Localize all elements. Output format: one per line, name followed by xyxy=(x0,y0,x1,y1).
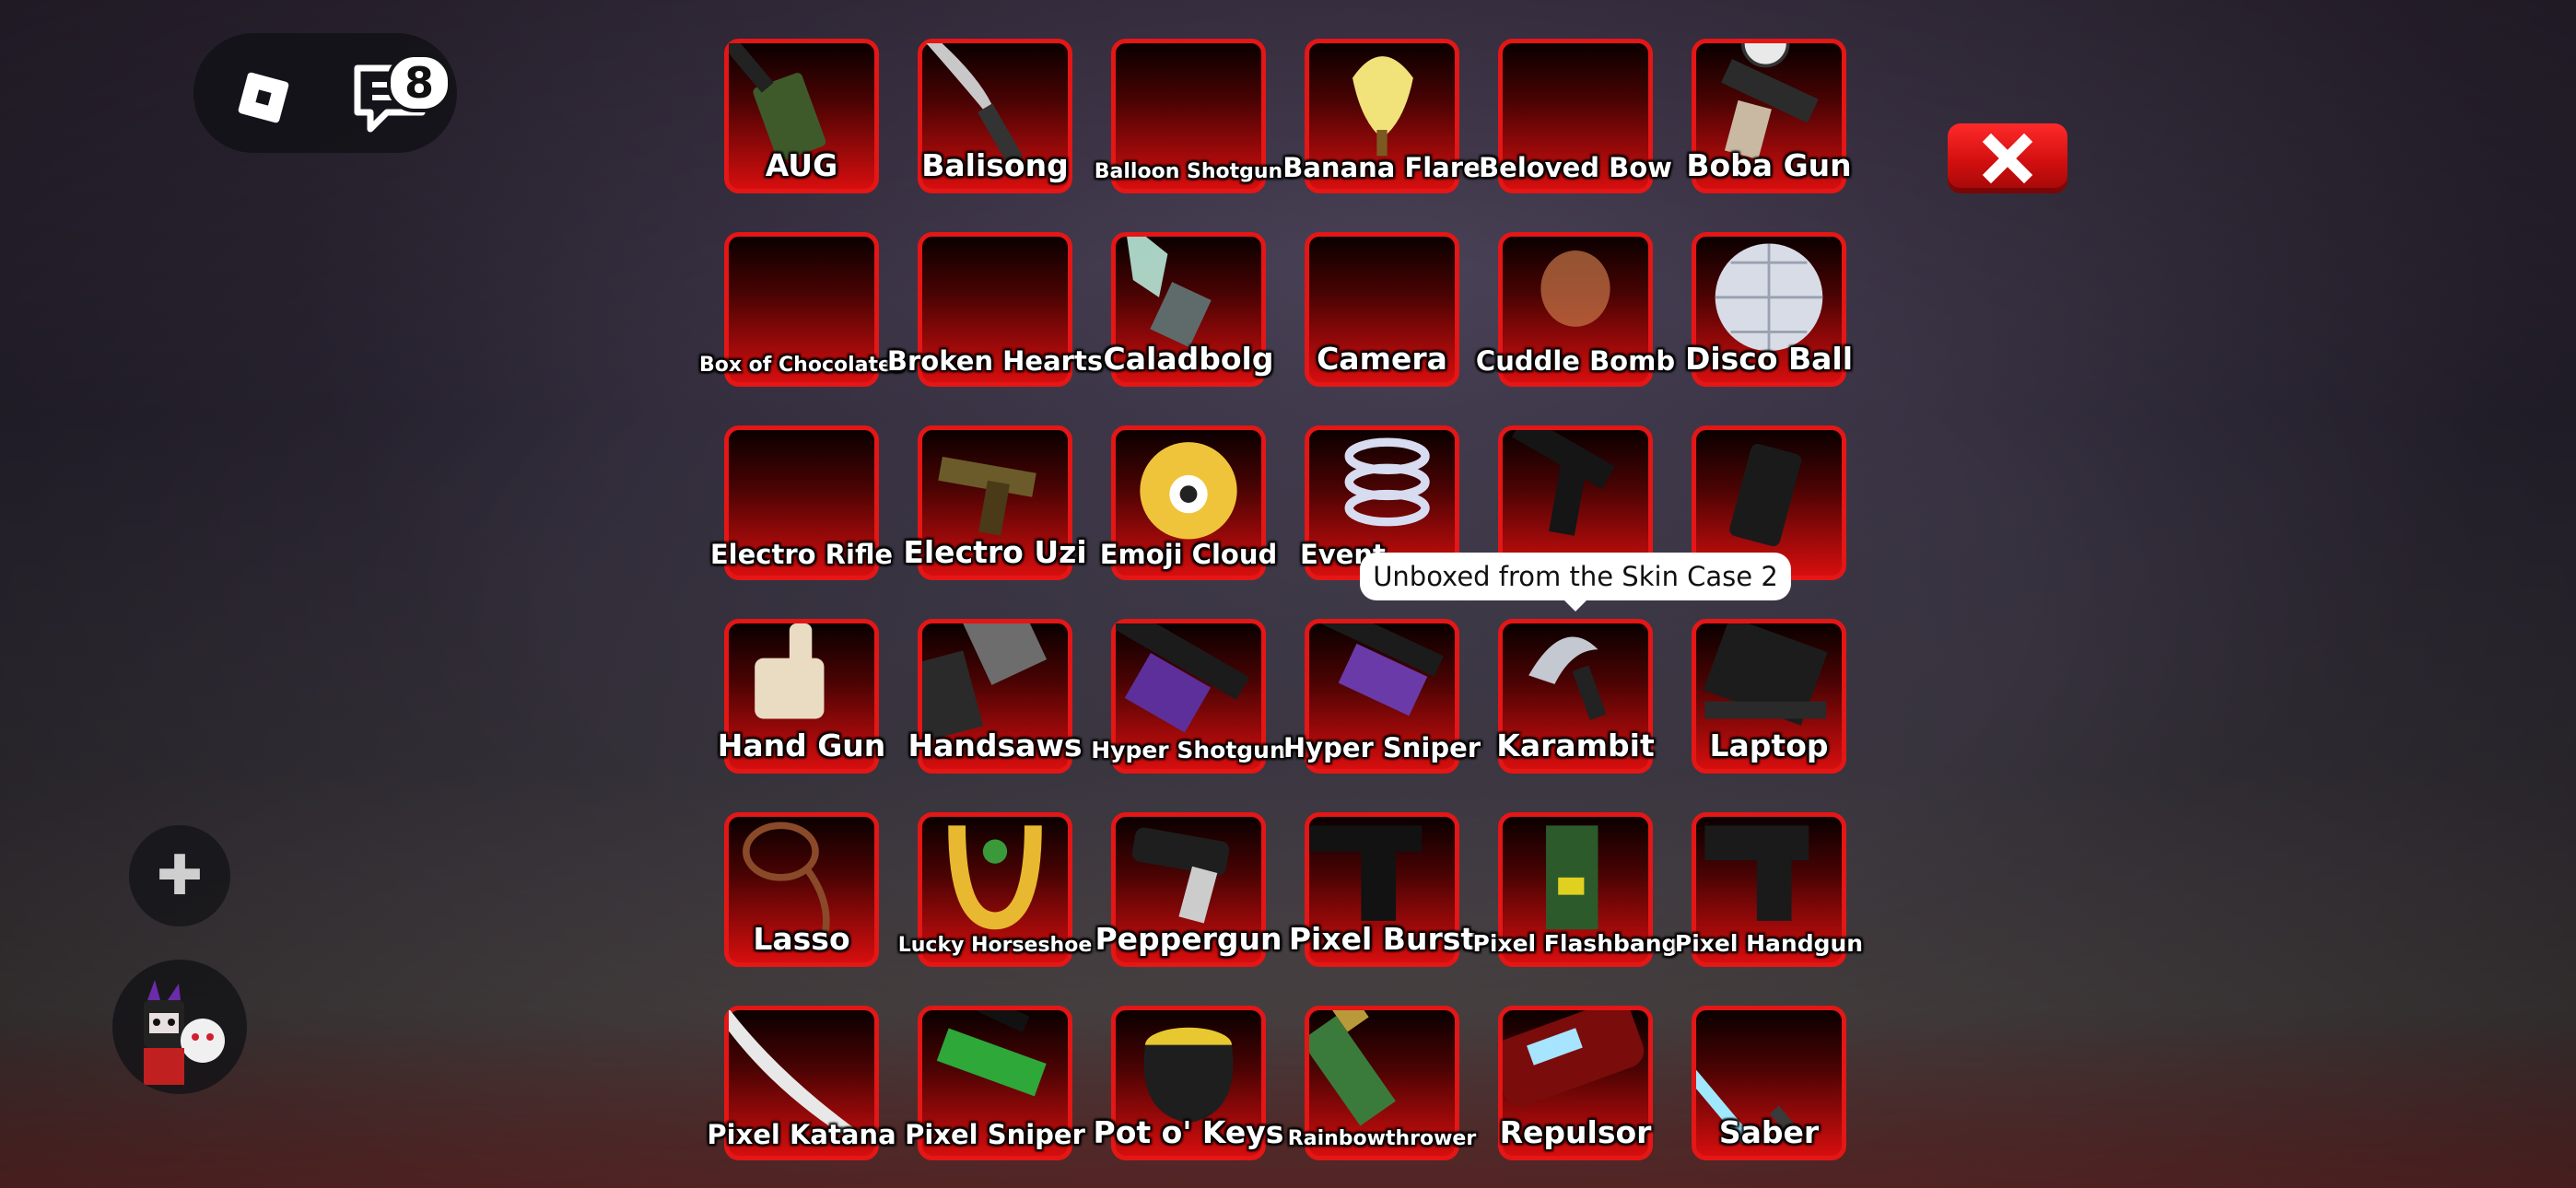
inventory-item-boba-gun[interactable]: Boba Gun xyxy=(1686,39,1852,193)
emote-plus-button[interactable]: ✚ xyxy=(129,825,230,926)
inventory-item-pixel-handgun[interactable]: Pixel Handgun xyxy=(1675,812,1863,967)
item-label: Rainbowthrower xyxy=(1287,1127,1477,1150)
inventory-item-cuddle-bomb[interactable]: Cuddle Bomb xyxy=(1476,232,1675,387)
item-label: Cuddle Bomb xyxy=(1475,345,1676,377)
item-label: Saber xyxy=(1718,1114,1820,1150)
avatar-button[interactable] xyxy=(112,960,247,1094)
item-label: Electro Rifle xyxy=(709,539,894,570)
item-label: Broken Hearts xyxy=(886,345,1104,377)
inventory-item-box-of-chocolates[interactable]: Box of Chocolates xyxy=(699,232,904,387)
inventory-item-camera[interactable]: Camera xyxy=(1305,232,1459,387)
item-label: Emoji Cloud xyxy=(1099,539,1278,570)
inventory-item-pixel-burst[interactable]: Pixel Burst xyxy=(1289,812,1475,967)
inventory-item-lucky-horseshoe[interactable]: Lucky Horseshoe xyxy=(898,812,1092,967)
item-tooltip: Unboxed from the Skin Case 2 xyxy=(1360,553,1791,611)
item-label: Peppergun xyxy=(1095,921,1282,957)
item-label: Pixel Flashbang xyxy=(1472,930,1679,957)
inventory-item-hand-gun[interactable]: Hand Gun xyxy=(718,619,885,774)
item-label: Hand Gun xyxy=(717,728,886,763)
inventory-item-banana-flare[interactable]: Banana Flare xyxy=(1282,39,1481,193)
item-label: Pixel Burst xyxy=(1288,921,1476,957)
close-button[interactable] xyxy=(1948,123,2067,193)
inventory-item-balisong[interactable]: Balisong xyxy=(918,39,1072,193)
inventory-item-laptop[interactable]: Laptop xyxy=(1692,619,1846,774)
roblox-logo-icon xyxy=(237,71,290,124)
item-label: Boba Gun xyxy=(1686,147,1852,183)
inventory-item-saber[interactable]: Saber xyxy=(1692,1006,1846,1160)
item-label: Laptop xyxy=(1709,728,1829,763)
item-label: Hyper Sniper xyxy=(1282,732,1481,763)
item-label: Hyper Shotgun xyxy=(1091,737,1286,763)
chat-unread-badge: 8 xyxy=(387,53,451,112)
inventory-item-caladbolg[interactable]: Caladbolg xyxy=(1104,232,1273,387)
roblox-menu-button[interactable] xyxy=(227,61,300,134)
inventory-item-peppergun[interactable]: Peppergun xyxy=(1095,812,1282,967)
inventory-item-hyper-shotgun[interactable]: Hyper Shotgun xyxy=(1091,619,1286,774)
avatar-icon xyxy=(144,980,225,1085)
item-label: Camera xyxy=(1317,341,1447,377)
inventory-item-electro-rifle[interactable]: Electro Rifle xyxy=(710,425,893,580)
item-label: Handsaws xyxy=(907,728,1083,763)
item-label: Beloved Bow xyxy=(1479,152,1672,183)
close-x-icon xyxy=(1982,133,2033,184)
inventory-item-karambit[interactable]: Karambit xyxy=(1496,619,1655,774)
inventory-item-pixel-flashbang[interactable]: Pixel Flashbang xyxy=(1473,812,1678,967)
item-label: Balisong xyxy=(921,147,1069,183)
item-label: Electro Uzi xyxy=(903,534,1087,570)
plus-icon: ✚ xyxy=(156,844,204,908)
inventory-item-hyper-sniper[interactable]: Hyper Sniper xyxy=(1283,619,1481,774)
item-label: Lasso xyxy=(753,921,850,957)
item-label: Disco Ball xyxy=(1684,341,1854,377)
inventory-item-emoji-cloud[interactable]: Emoji Cloud xyxy=(1100,425,1277,580)
item-label: Caladbolg xyxy=(1103,341,1274,377)
item-label: Karambit xyxy=(1496,728,1655,763)
item-label: Box of Chocolates xyxy=(698,354,905,377)
inventory-item-handsaws[interactable]: Handsaws xyxy=(907,619,1083,774)
inventory-item-repulsor[interactable]: Repulsor xyxy=(1498,1006,1653,1160)
inventory-item-broken-hearts[interactable]: Broken Hearts xyxy=(887,232,1103,387)
item-label: Pixel Katana xyxy=(707,1119,896,1150)
inventory-item-disco-ball[interactable]: Disco Ball xyxy=(1685,232,1853,387)
inventory-item-balloon-shotgun[interactable]: Balloon Shotgun xyxy=(1095,39,1282,193)
item-label: Repulsor xyxy=(1499,1114,1652,1150)
inventory-item-electro-uzi[interactable]: Electro Uzi xyxy=(903,425,1087,580)
item-label: Balloon Shotgun xyxy=(1094,160,1283,183)
inventory-grid: AUG Balisong Balloon Shotgun Banana Flar… xyxy=(699,39,1863,1171)
inventory-item-rainbowthrower[interactable]: Rainbowthrower xyxy=(1288,1006,1476,1160)
inventory-item-lasso[interactable]: Lasso xyxy=(724,812,879,967)
item-label: AUG xyxy=(765,147,838,183)
item-label: Banana Flare xyxy=(1282,152,1481,183)
inventory-item-pot-o-keys[interactable]: Pot o' Keys xyxy=(1094,1006,1283,1160)
item-label: Lucky Horseshoe xyxy=(897,934,1093,957)
item-label: Pixel Sniper xyxy=(905,1119,1085,1150)
inventory-item-aug[interactable]: AUG xyxy=(724,39,879,193)
item-label: Pixel Handgun xyxy=(1674,930,1864,957)
item-label: Pot o' Keys xyxy=(1093,1114,1284,1150)
inventory-item-pixel-sniper[interactable]: Pixel Sniper xyxy=(905,1006,1085,1160)
inventory-item-pixel-katana[interactable]: Pixel Katana xyxy=(707,1006,896,1160)
inventory-item-beloved-bow[interactable]: Beloved Bow xyxy=(1479,39,1672,193)
